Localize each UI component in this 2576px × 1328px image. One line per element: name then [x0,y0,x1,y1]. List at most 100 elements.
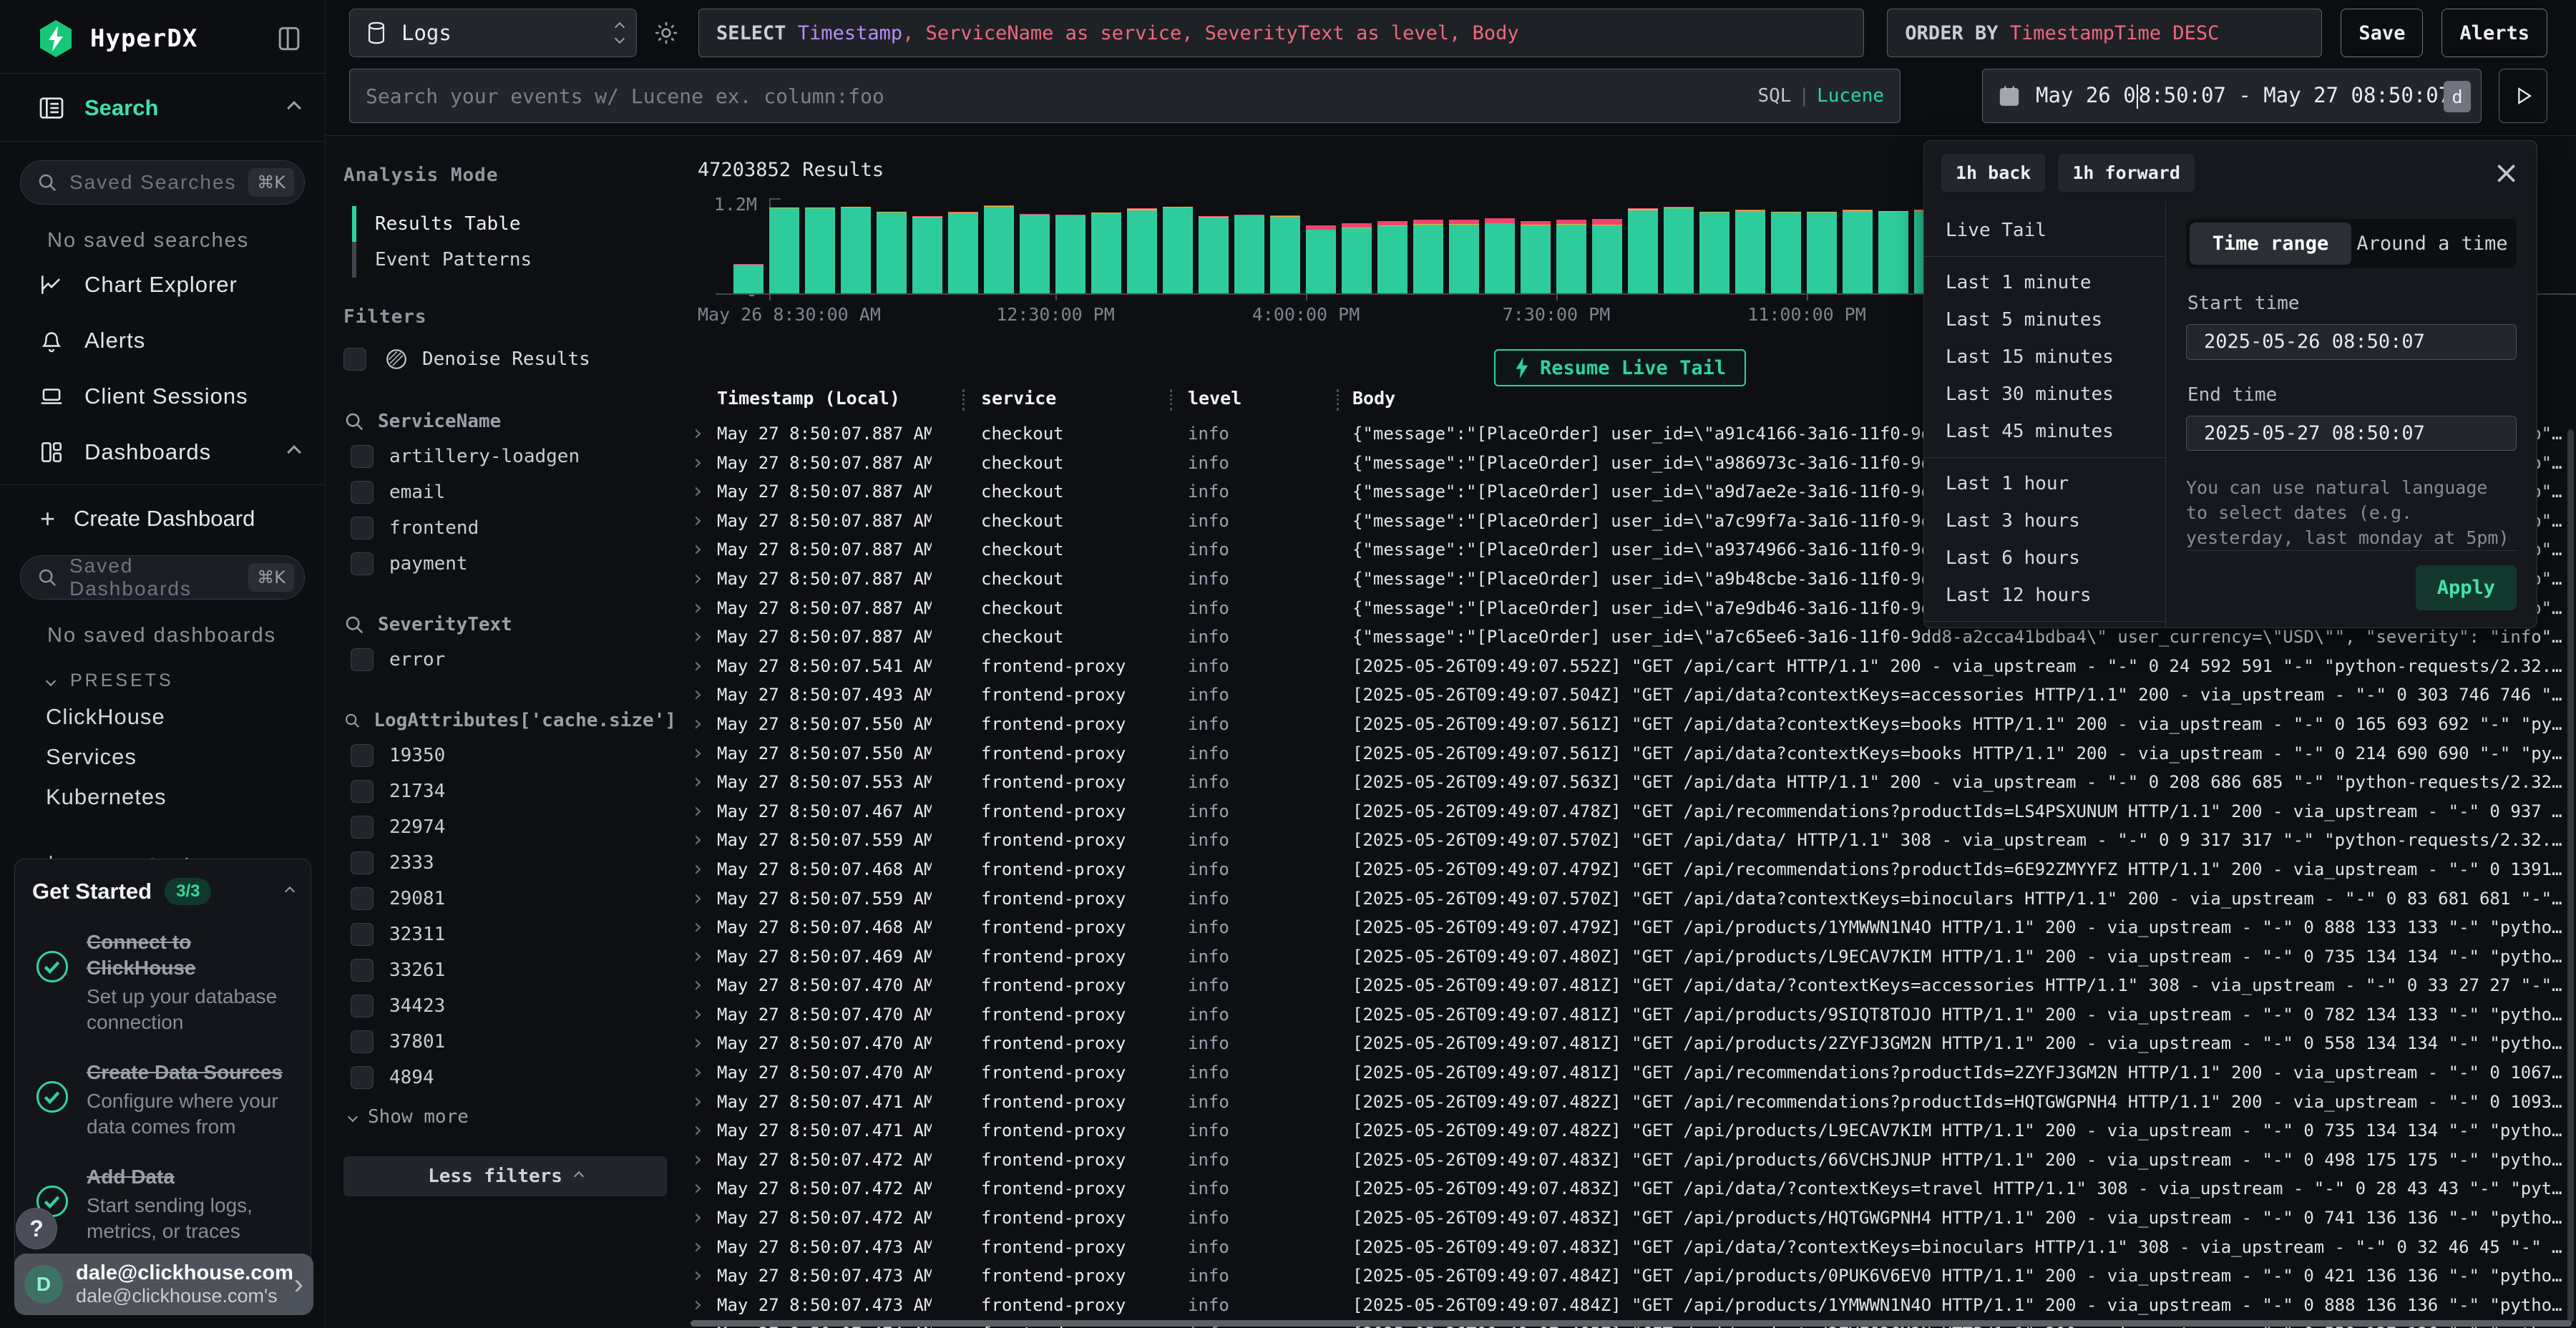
filter-checkbox[interactable] [351,995,374,1017]
time-range-input[interactable]: May 26 08:50:07 - May 27 08:50:07 d [1982,69,2482,123]
filter-option[interactable]: 33261 [343,959,676,982]
row-expand-caret[interactable]: › [691,565,704,594]
table-row[interactable]: › May 27 8:50:07.472 AM frontend-proxy i… [687,1174,2576,1204]
row-expand-caret[interactable]: › [691,710,704,739]
table-row[interactable]: › May 27 8:50:07.471 AM frontend-proxy i… [687,1088,2576,1117]
column-resizer[interactable] [1170,389,1172,411]
run-query-button[interactable] [2499,69,2547,123]
table-row[interactable]: › May 27 8:50:07.472 AM frontend-proxy i… [687,1204,2576,1233]
time-option[interactable]: Last 12 hours [1924,577,2165,614]
filter-checkbox[interactable] [351,744,374,767]
user-menu[interactable]: D dale@clickhouse.com dale@clickhouse.co… [14,1254,313,1315]
row-expand-caret[interactable]: › [691,942,704,972]
filter-option[interactable]: 22974 [343,816,676,839]
table-row[interactable]: › May 27 8:50:07.469 AM frontend-proxy i… [687,942,2576,972]
row-expand-caret[interactable]: › [691,913,704,942]
event-search-input[interactable]: Search your events w/ Lucene ex. column:… [349,69,1901,123]
filter-group-header[interactable]: LogAttributes['cache.size'] [343,710,676,731]
get-started-item[interactable]: Create Data SourcesConfigure where your … [32,1060,293,1140]
filter-option[interactable]: 4894 [343,1066,676,1089]
row-expand-caret[interactable]: › [691,594,704,623]
source-select[interactable]: Logs [349,9,637,57]
column-resizer[interactable] [1337,389,1339,411]
time-option[interactable]: Last 15 minutes [1924,338,2165,376]
one-hour-back-button[interactable]: 1h back [1941,154,2045,192]
row-expand-caret[interactable]: › [691,477,704,507]
start-time-input[interactable]: 2025-05-26 08:50:07 [2186,324,2517,360]
tab-around-a-time[interactable]: Around a time [2351,223,2513,265]
row-expand-caret[interactable]: › [691,652,704,681]
analysis-mode-results-table[interactable]: Results Table [352,206,676,242]
row-expand-caret[interactable]: › [691,1088,704,1117]
row-expand-caret[interactable]: › [691,419,704,449]
filter-checkbox[interactable] [351,552,374,575]
preset-clickhouse[interactable]: ClickHouse [0,697,325,737]
filter-checkbox[interactable] [351,481,374,504]
lucene-mode-toggle[interactable]: Lucene [1817,85,1884,107]
filter-checkbox[interactable] [351,923,374,946]
time-option[interactable]: Last 30 minutes [1924,376,2165,413]
row-expand-caret[interactable]: › [691,855,704,884]
preset-kubernetes[interactable]: Kubernetes [0,777,325,817]
filter-checkbox[interactable] [351,517,374,540]
one-hour-forward-button[interactable]: 1h forward [2058,154,2195,192]
filter-option[interactable]: 21734 [343,780,676,803]
filter-checkbox[interactable] [351,780,374,803]
row-expand-caret[interactable]: › [691,1233,704,1262]
time-option[interactable]: Last 45 minutes [1924,413,2165,450]
row-expand-caret[interactable]: › [691,768,704,797]
time-option[interactable]: Last 5 minutes [1924,301,2165,338]
table-row[interactable]: › May 27 8:50:07.473 AM frontend-proxy i… [687,1233,2576,1262]
chevron-up-icon[interactable] [285,887,295,897]
row-expand-caret[interactable]: › [691,1204,704,1233]
table-row[interactable]: › May 27 8:50:07.550 AM frontend-proxy i… [687,710,2576,739]
filter-option[interactable]: email [343,481,676,504]
filter-option[interactable]: 29081 [343,887,676,910]
row-expand-caret[interactable]: › [691,1000,704,1030]
table-row[interactable]: › May 27 8:50:07.550 AM frontend-proxy i… [687,739,2576,768]
order-by-input[interactable]: ORDER BY TimestampTime DESC [1887,9,2322,57]
sidebar-item-alerts[interactable]: Alerts [0,313,325,368]
row-expand-caret[interactable]: › [691,739,704,768]
filter-checkbox[interactable] [351,648,374,671]
filter-checkbox[interactable] [351,1066,374,1089]
header-service[interactable]: service [981,388,1160,409]
header-timestamp[interactable]: Timestamp (Local) [717,388,932,409]
less-filters-button[interactable]: Less filters [343,1156,667,1196]
tab-time-range[interactable]: Time range [2190,223,2351,265]
apply-button[interactable]: Apply [2416,565,2517,610]
filter-checkbox[interactable] [351,887,374,910]
row-expand-caret[interactable]: › [691,884,704,914]
row-expand-caret[interactable]: › [691,1116,704,1146]
filter-option[interactable]: 2333 [343,851,676,874]
table-row[interactable]: › May 27 8:50:07.470 AM frontend-proxy i… [687,1029,2576,1058]
row-expand-caret[interactable]: › [691,1058,704,1088]
table-row[interactable]: › May 27 8:50:07.472 AM frontend-proxy i… [687,1146,2576,1175]
create-dashboard-button[interactable]: + Create Dashboard [0,485,325,537]
filter-option[interactable]: 34423 [343,995,676,1017]
row-expand-caret[interactable]: › [691,1174,704,1204]
row-expand-caret[interactable]: › [691,622,704,652]
get-started-item[interactable]: Add DataStart sending logs, metrics, or … [32,1164,293,1244]
end-time-input[interactable]: 2025-05-27 08:50:07 [2186,416,2517,451]
filter-group-header[interactable]: SeverityText [343,614,676,635]
time-option[interactable]: Last 1 hour [1924,465,2165,502]
resume-live-tail-button[interactable]: Resume Live Tail [1494,349,1746,386]
filter-option[interactable]: 37801 [343,1030,676,1053]
save-button[interactable]: Save [2341,9,2423,57]
filter-checkbox[interactable] [351,959,374,982]
row-expand-caret[interactable]: › [691,680,704,710]
saved-dashboards-input[interactable]: Saved Dashboards ⌘K [20,555,305,600]
analysis-mode-event-patterns[interactable]: Event Patterns [352,242,676,278]
filter-option[interactable]: artillery-loadgen [343,445,676,468]
preset-services[interactable]: Services [0,737,325,777]
alerts-button[interactable]: Alerts [2441,9,2547,57]
filter-group-header[interactable]: ServiceName [343,411,676,432]
row-expand-caret[interactable]: › [691,971,704,1000]
table-row[interactable]: › May 27 8:50:07.553 AM frontend-proxy i… [687,768,2576,797]
saved-searches-input[interactable]: Saved Searches ⌘K [20,160,305,205]
filter-checkbox[interactable] [351,851,374,874]
filter-checkbox[interactable] [351,816,374,839]
show-more-button[interactable]: Show more [343,1106,676,1128]
table-row[interactable]: › May 27 8:50:07.467 AM frontend-proxy i… [687,797,2576,826]
